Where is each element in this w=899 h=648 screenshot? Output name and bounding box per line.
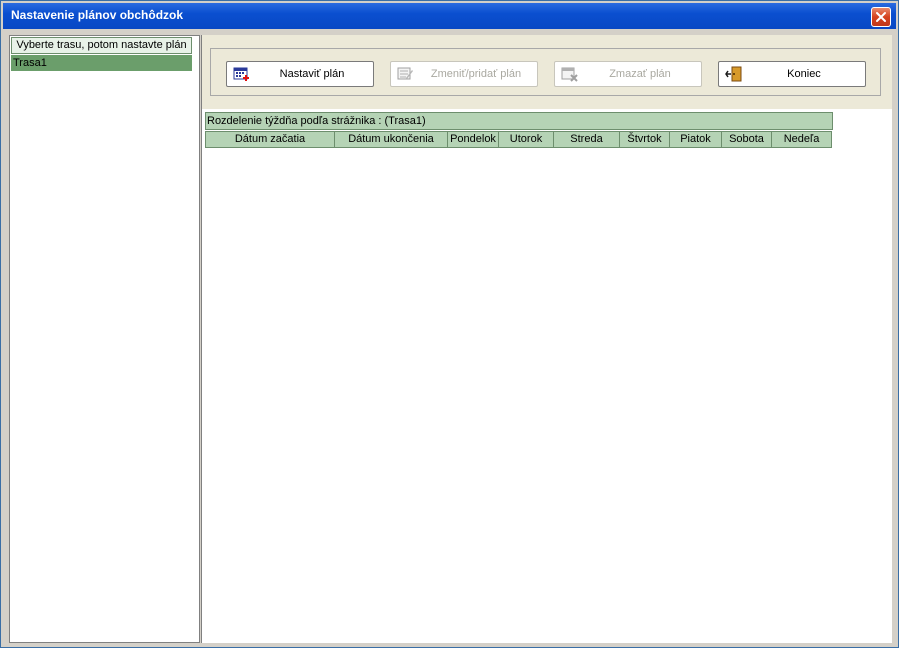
column-header-monday[interactable]: Pondelok xyxy=(447,131,499,148)
column-header-saturday[interactable]: Sobota xyxy=(721,131,772,148)
column-header-wednesday[interactable]: Streda xyxy=(553,131,620,148)
column-header-thursday[interactable]: Štvrtok xyxy=(619,131,670,148)
column-header-start-date[interactable]: Dátum začatia xyxy=(205,131,335,148)
close-button[interactable] xyxy=(871,7,891,27)
column-header-sunday[interactable]: Nedeľa xyxy=(771,131,832,148)
column-header-friday[interactable]: Piatok xyxy=(669,131,722,148)
route-list[interactable]: Vyberte trasu, potom nastavte plán Trasa… xyxy=(9,35,200,643)
column-header-end-date[interactable]: Dátum ukončenia xyxy=(334,131,448,148)
window-title: Nastavenie plánov obchôdzok xyxy=(11,8,184,22)
delete-plan-label: Zmazať plán xyxy=(609,68,671,80)
toolbar: Nastaviť plán Zmeniť/pridať plán Zmazať … xyxy=(202,35,892,111)
change-add-plan-label: Zmeniť/pridať plán xyxy=(430,68,522,80)
set-plan-label: Nastaviť plán xyxy=(279,68,345,80)
calendar-delete-icon xyxy=(561,67,578,82)
edit-plan-icon xyxy=(397,67,413,80)
exit-door-icon xyxy=(725,66,742,82)
title-bar[interactable]: Nastavenie plánov obchôdzok xyxy=(3,3,896,29)
app-window: Nastavenie plánov obchôdzok Vyberte tras… xyxy=(0,0,899,648)
exit-label: Koniec xyxy=(787,68,821,80)
delete-plan-button[interactable]: Zmazať plán xyxy=(554,61,702,87)
grid-title: Rozdelenie týždňa podľa strážnika : (Tra… xyxy=(205,112,833,130)
grid-header: Dátum začatia Dátum ukončenia Pondelok U… xyxy=(205,131,832,148)
route-item-trasa1[interactable]: Trasa1 xyxy=(11,55,192,71)
route-list-header: Vyberte trasu, potom nastavte plán xyxy=(11,37,192,54)
close-icon xyxy=(876,12,886,22)
toolbar-frame: Nastaviť plán Zmeniť/pridať plán Zmazať … xyxy=(210,48,881,96)
plan-panel: Nastaviť plán Zmeniť/pridať plán Zmazať … xyxy=(201,35,892,643)
change-add-plan-button[interactable]: Zmeniť/pridať plán xyxy=(390,61,538,87)
set-plan-button[interactable]: Nastaviť plán xyxy=(226,61,374,87)
calendar-add-icon xyxy=(233,67,249,81)
exit-button[interactable]: Koniec xyxy=(718,61,866,87)
column-header-tuesday[interactable]: Utorok xyxy=(498,131,554,148)
